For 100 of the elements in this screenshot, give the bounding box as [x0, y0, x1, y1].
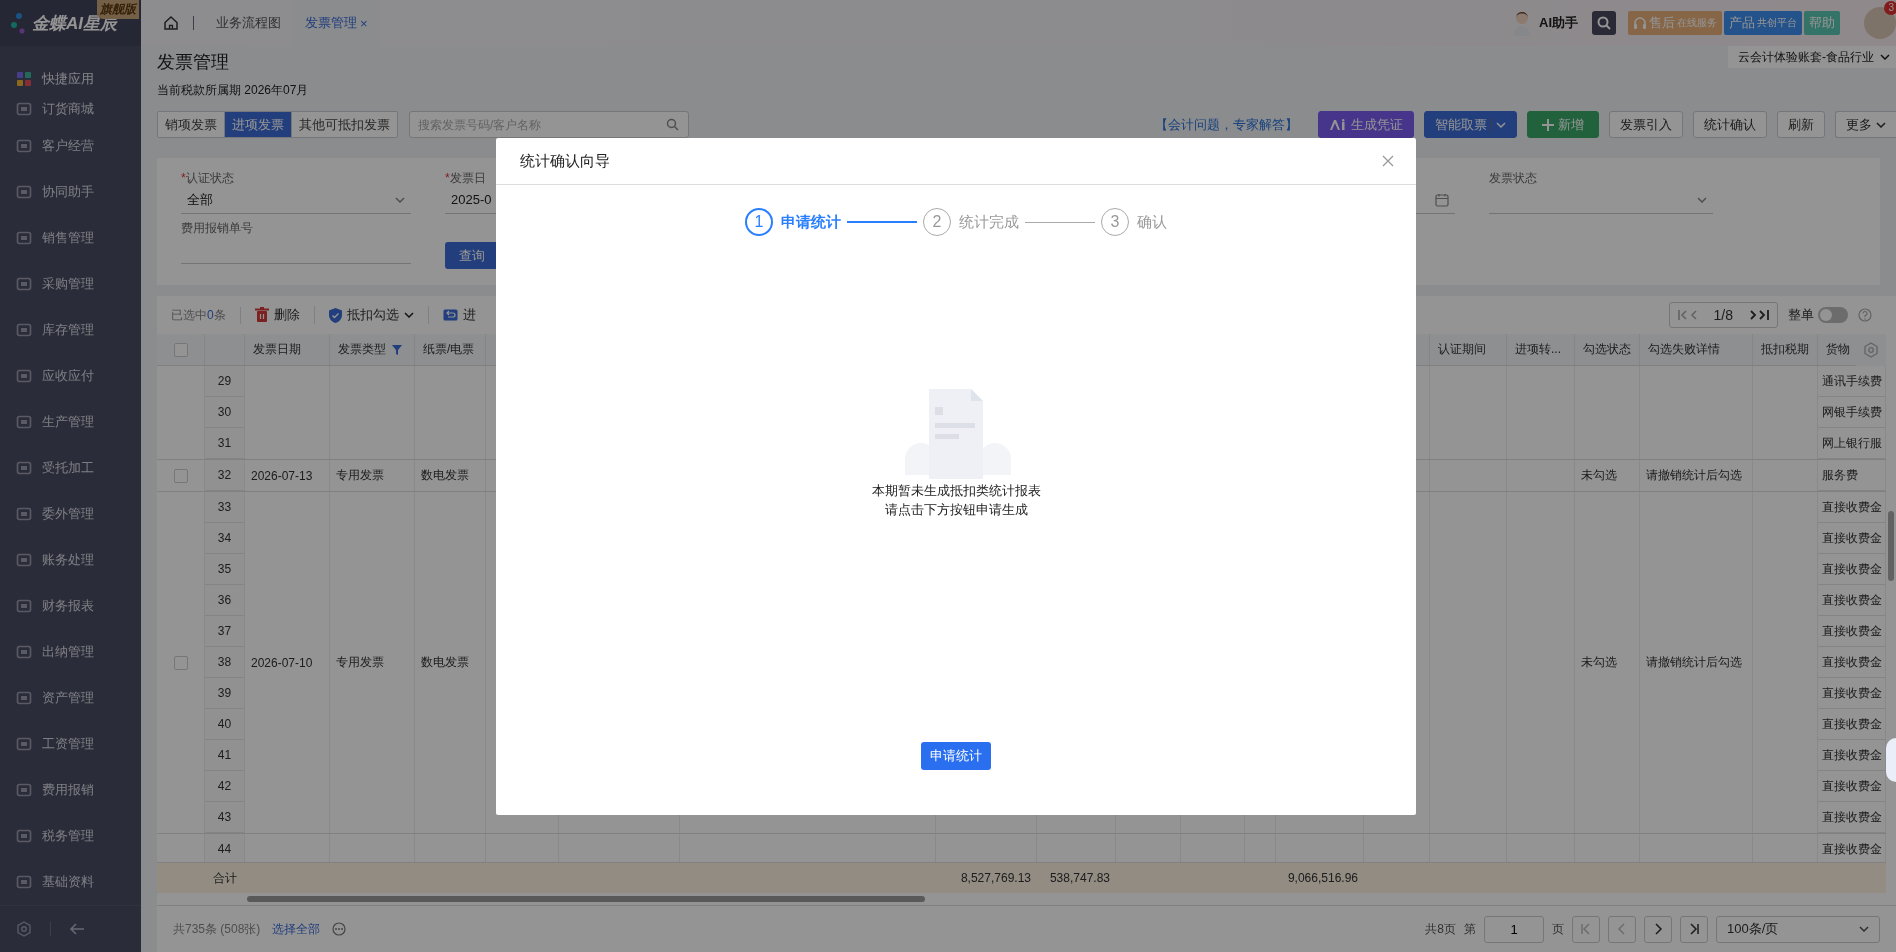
sidebar-item[interactable]: 库存管理: [0, 307, 141, 353]
field-label: *发票日: [445, 170, 487, 186]
caret-icon: [1876, 121, 1886, 128]
help-icon[interactable]: [1858, 308, 1872, 322]
first-page-icon[interactable]: [1580, 923, 1592, 935]
sidebar-item[interactable]: 基础资料: [0, 859, 141, 905]
settings-icon[interactable]: [16, 921, 32, 937]
table-cell: 数电发票: [421, 467, 469, 484]
sidebar-item[interactable]: 费用报销: [0, 767, 141, 813]
checkbox[interactable]: [173, 342, 188, 357]
toggle-switch[interactable]: [1818, 307, 1848, 323]
field-label: *认证状态: [181, 170, 235, 186]
close-tab-button[interactable]: ×: [360, 15, 368, 31]
module-icon: [16, 276, 32, 292]
action-button[interactable]: 刷新: [1777, 111, 1825, 138]
row-number: 34: [217, 531, 232, 545]
table-cell: 直接收费金: [1822, 808, 1882, 826]
previous-page-icon[interactable]: [1616, 923, 1628, 935]
platform-button[interactable]: 产品 共创平台: [1724, 11, 1802, 35]
total-value: 538,747.83: [1049, 871, 1110, 885]
scrollbar-thumb[interactable]: [247, 896, 925, 902]
invoice-tab[interactable]: 进项发票: [225, 112, 292, 137]
sidebar-item[interactable]: 账务处理: [0, 537, 141, 583]
sidebar-item[interactable]: 委外管理: [0, 491, 141, 537]
company-selector[interactable]: 云会计体验账套-食品行业: [1728, 46, 1896, 68]
back-arrow-icon[interactable]: [69, 922, 85, 936]
module-icon: [16, 100, 32, 117]
sidebar-item[interactable]: 出纳管理: [0, 629, 141, 675]
settings-icon[interactable]: [1863, 342, 1879, 358]
action-button[interactable]: 统计确认: [1693, 111, 1767, 138]
more-icon[interactable]: [332, 922, 347, 936]
home-icon[interactable]: [163, 15, 179, 31]
sidebar-item[interactable]: 应收应付: [0, 353, 141, 399]
search-icon: [1597, 16, 1611, 30]
next-page-icon[interactable]: [1652, 923, 1664, 935]
page-input[interactable]: 1: [1484, 915, 1544, 943]
select-field[interactable]: 全部: [181, 186, 411, 214]
assistant-button[interactable]: AI助手: [1539, 14, 1578, 32]
action-button[interactable]: 生成凭证: [1318, 111, 1414, 138]
sidebar-item[interactable]: 资产管理: [0, 675, 141, 721]
page-label: 页: [1552, 920, 1564, 938]
sidebar-item[interactable]: 工资管理: [0, 721, 141, 767]
record-total: 共735条 (508张): [173, 920, 261, 938]
page-tab[interactable]: 业务流程图: [204, 0, 293, 46]
table-cell: 直接收费金: [1822, 529, 1882, 547]
checkbox[interactable]: [173, 655, 188, 670]
table-cell: 直接收费金: [1822, 591, 1882, 609]
step-label: 申请统计: [781, 212, 841, 232]
caret-icon: [1496, 121, 1506, 128]
select-all-link[interactable]: 选择全部: [272, 920, 321, 938]
sidebar-item[interactable]: 协同助手: [0, 169, 141, 215]
sidebar-item[interactable]: 客户经营: [0, 123, 141, 169]
column-header: 认证期间: [1438, 341, 1486, 358]
apply-button[interactable]: 申请统计: [921, 742, 991, 770]
caret-icon: [395, 196, 405, 203]
action-button[interactable]: 发票引入: [1609, 111, 1683, 138]
help-button[interactable]: 帮助: [1804, 11, 1840, 35]
action-button[interactable]: 更多: [1835, 111, 1896, 138]
page-label: 第: [1464, 920, 1476, 938]
caret-icon: [1859, 926, 1869, 932]
table-cell: 网上银行服: [1822, 434, 1882, 452]
row-number: 39: [217, 686, 232, 700]
close-icon[interactable]: [1382, 155, 1394, 167]
page-size-select[interactable]: 100条/页: [1716, 915, 1880, 943]
invoice-tab[interactable]: 其他可抵扣发票: [292, 112, 397, 137]
table-cell: 专用发票: [336, 467, 384, 484]
invoice-tab[interactable]: 销项发票: [158, 112, 225, 137]
toolbar-button[interactable]: 删除: [240, 306, 315, 324]
query-button[interactable]: 查询: [445, 242, 499, 269]
column-header: 勾选失败详情: [1648, 341, 1720, 358]
row-number: 36: [217, 593, 232, 607]
step-label: 确认: [1137, 212, 1167, 232]
sidebar-item[interactable]: 采购管理: [0, 261, 141, 307]
empty-message: 请点击下方按钮申请生成: [884, 501, 1028, 519]
search-button[interactable]: [1592, 11, 1616, 35]
sidebar-item[interactable]: 财务报表: [0, 583, 141, 629]
filter-icon[interactable]: [392, 344, 402, 355]
scrollbar-thumb[interactable]: [1888, 511, 1894, 581]
last-page-icon[interactable]: [1688, 923, 1700, 935]
row-number: 37: [217, 624, 232, 638]
toolbar-button[interactable]: 进: [428, 306, 476, 324]
sidebar-item[interactable]: 税务管理: [0, 813, 141, 859]
sidebar-item[interactable]: 受托加工: [0, 445, 141, 491]
caret-icon: [1697, 196, 1707, 203]
record-pager[interactable]: 1/8: [1668, 302, 1778, 328]
table-cell: 请撤销统计后勾选: [1646, 654, 1742, 671]
sidebar-item[interactable]: 快捷应用: [0, 64, 141, 94]
checkbox[interactable]: [173, 468, 188, 483]
expert-link[interactable]: 【会计问题，专家解答】: [1155, 115, 1298, 134]
action-button[interactable]: 智能取票: [1424, 111, 1517, 138]
assistant-avatar-icon: [1511, 9, 1533, 37]
toolbar-button[interactable]: 抵扣勾选: [314, 306, 429, 324]
assistant-avatar[interactable]: [1886, 738, 1896, 782]
step-connector: [847, 221, 917, 223]
sidebar-item[interactable]: 生产管理: [0, 399, 141, 445]
action-button[interactable]: 新增: [1527, 111, 1599, 138]
sidebar-item[interactable]: 销售管理: [0, 215, 141, 261]
page-title: 发票管理: [157, 51, 229, 74]
sidebar-item[interactable]: 订货商城: [0, 94, 141, 123]
table-cell: 未勾选: [1581, 467, 1617, 484]
